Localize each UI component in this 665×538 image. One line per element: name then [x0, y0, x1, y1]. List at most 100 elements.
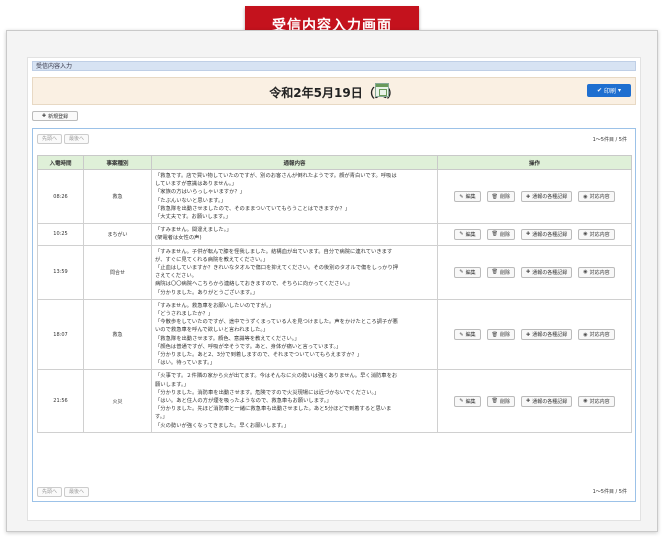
- pager-bottom: 先頭へ 最後へ: [37, 487, 90, 497]
- header-type: 事案種別: [83, 155, 152, 170]
- header-content: 通報内容: [151, 155, 438, 170]
- delete-button[interactable]: 🗑 削除: [486, 266, 515, 278]
- call-time: 08:26: [37, 168, 84, 225]
- call-content-line: 「すみません。間違えました。」: [155, 227, 232, 234]
- edit-button[interactable]: ✎ 編集: [454, 329, 481, 341]
- eye-icon: ◉: [583, 231, 588, 238]
- call-content-line: 「今散歩をしていたのですが、途中でうずくまっている人を見つけました。声をかけたと…: [155, 319, 398, 326]
- call-content-line: 「止血はしていますか？きれいなタオルで傷口を抑えてください。その後別のタオルで傷…: [155, 265, 399, 272]
- record-button[interactable]: ✚ 通報の各種記録: [520, 191, 573, 203]
- row-actions: ✎ 編集 🗑 削除 ✚ 通報の各種記録 ◉ 対応内容: [437, 244, 632, 300]
- table-row: 18:07 救急 「すみません。救急車をお願いしたいのですが。」 「どうされましたか？…: [37, 298, 632, 371]
- first-page-button[interactable]: 先頭へ: [37, 134, 63, 144]
- call-content-line: 願いします。」: [155, 381, 189, 388]
- delete-button[interactable]: 🗑 削除: [486, 395, 515, 407]
- call-content-line: さえてください。: [155, 273, 197, 280]
- pencil-icon: ✎: [459, 269, 464, 276]
- caret-down-icon: ▾: [618, 87, 622, 94]
- plus-icon: ✚: [41, 113, 47, 119]
- response-button[interactable]: ◉ 対応内容: [578, 266, 615, 278]
- last-page-button[interactable]: 最後へ: [64, 487, 90, 497]
- call-content: 「すみません。子供が転んで膝を怪我しました。結構血が出ています。自分で病院に連れ…: [151, 244, 438, 300]
- pager-top: 先頭へ 最後へ: [37, 134, 90, 144]
- edit-button-label: 編集: [465, 231, 476, 238]
- call-time: 10:25: [37, 223, 84, 246]
- call-content-line: 「救急です。店で買い物していたのですが、別のお客さんが倒れたようです。顔が青白い…: [155, 173, 397, 179]
- call-content-line: 「大丈夫です。お願いします。」: [155, 214, 231, 221]
- table-row: 10:25 まちがい 「すみません。間違えました。」 (架電者は女性の声) ✎ 編集 🗑 削除…: [37, 223, 632, 246]
- plus-icon: ✚: [525, 398, 531, 405]
- call-content-line: 病院は〇〇病院へこちらから連絡しておきますので、そちらに向かってください。」: [155, 281, 353, 288]
- call-content-line: 「救急隊を出動させます。顔色、意識等を教えてください。」: [155, 335, 300, 342]
- header-time: 入電時間: [37, 155, 84, 170]
- last-page-button[interactable]: 最後へ: [64, 134, 90, 144]
- call-content-line: (架電者は女性の声): [155, 235, 202, 242]
- response-button[interactable]: ◉ 対応内容: [578, 395, 615, 407]
- date-bar: 令和2年5月19日（火） ✔ 印刷 ▾: [32, 77, 636, 105]
- response-button[interactable]: ◉ 対応内容: [578, 191, 615, 203]
- call-content-line: 「火事です。２件隣の家から火が出てます。今はそんなに火の勢いは強くありません。早…: [155, 373, 398, 380]
- record-button[interactable]: ✚ 通報の各種記録: [520, 395, 573, 407]
- call-type: 救急: [83, 298, 152, 371]
- delete-button-label: 削除: [499, 194, 510, 201]
- response-button[interactable]: ◉ 対応内容: [578, 228, 615, 240]
- response-button[interactable]: ◉ 対応内容: [578, 329, 615, 341]
- call-content-line: 「はい。待っています。」: [155, 360, 216, 367]
- delete-button[interactable]: 🗑 削除: [486, 228, 515, 240]
- pencil-icon: ✎: [459, 231, 464, 238]
- edit-button[interactable]: ✎ 編集: [454, 266, 481, 278]
- call-content-line: 「分かりました。先ほど消防車と一緒に救急車も出動させました。あと5分ほどで到着す…: [155, 406, 392, 413]
- call-type: 問合せ: [83, 244, 152, 300]
- edit-button-label: 編集: [465, 269, 476, 276]
- call-content: 「火事です。２件隣の家から火が出てます。今はそんなに火の勢いは強くありません。早…: [151, 369, 438, 433]
- record-button[interactable]: ✚ 通報の各種記録: [520, 228, 573, 240]
- plus-icon: ✚: [525, 331, 531, 338]
- pencil-icon: ✎: [459, 331, 464, 338]
- edit-button-label: 編集: [465, 332, 476, 339]
- call-type: 救急: [83, 168, 152, 225]
- print-button[interactable]: ✔ 印刷 ▾: [587, 84, 631, 97]
- new-entry-button[interactable]: ✚ 新規登録: [32, 111, 78, 121]
- first-page-button[interactable]: 先頭へ: [37, 487, 63, 497]
- call-content-line: 「火の勢いが強くなってきました。早くお願いします。」: [155, 422, 290, 429]
- record-button[interactable]: ✚ 通報の各種記録: [520, 329, 573, 341]
- trash-icon: 🗑: [491, 269, 498, 276]
- calendar-icon[interactable]: [375, 83, 389, 97]
- response-button-label: 対応内容: [589, 269, 610, 276]
- row-actions: ✎ 編集 🗑 削除 ✚ 通報の各種記録 ◉ 対応内容: [437, 223, 632, 246]
- main-panel: 受信内容入力 令和2年5月19日（火） ✔ 印刷 ▾ ✚ 新規登録 先頭へ 最後…: [27, 57, 641, 521]
- edit-button[interactable]: ✎ 編集: [454, 228, 481, 240]
- table-row: 21:56 火災 「火事です。２件隣の家から火が出てます。今はそんなに火の勢いは強く…: [37, 369, 632, 433]
- call-content: 「すみません。間違えました。」 (架電者は女性の声): [151, 223, 438, 246]
- delete-button[interactable]: 🗑 削除: [486, 191, 515, 203]
- trash-icon: 🗑: [491, 231, 498, 238]
- response-button-label: 対応内容: [589, 194, 610, 201]
- plus-icon: ✚: [525, 269, 531, 276]
- check-icon: ✔: [596, 87, 602, 94]
- table-row: 08:26 救急 「救急です。店で買い物していたのですが、別のお客さんが倒れたようで…: [37, 168, 632, 225]
- record-button-label: 通報の各種記録: [532, 269, 568, 276]
- edit-button[interactable]: ✎ 編集: [454, 395, 481, 407]
- record-button[interactable]: ✚ 通報の各種記録: [520, 266, 573, 278]
- new-entry-label: 新規登録: [48, 113, 69, 120]
- breadcrumb: 受信内容入力: [32, 61, 636, 71]
- edit-button[interactable]: ✎ 編集: [454, 191, 481, 203]
- call-content-line: 「救急隊を出動させましたので、そのままついていてもらうことはできますか？」: [155, 205, 351, 212]
- call-content-line: 「分かりました。ありがとうございます。」: [155, 289, 258, 296]
- table-row: 13:59 問合せ 「すみません。子供が転んで膝を怪我しました。結構血が出ています。…: [37, 244, 632, 300]
- delete-button-label: 削除: [499, 231, 510, 238]
- call-type: まちがい: [83, 223, 152, 246]
- row-actions: ✎ 編集 🗑 削除 ✚ 通報の各種記録 ◉ 対応内容: [437, 168, 632, 225]
- eye-icon: ◉: [583, 398, 588, 405]
- print-button-label: 印刷: [604, 88, 617, 95]
- record-count: 1〜5件目 / 5件: [592, 489, 627, 495]
- pencil-icon: ✎: [459, 398, 464, 405]
- delete-button[interactable]: 🗑 削除: [486, 329, 515, 341]
- call-content-line: 「分かりました。消防車を出動させます。危険ですので火災現場には近づかないでくださ…: [155, 389, 380, 396]
- plus-icon: ✚: [525, 231, 531, 238]
- call-type: 火災: [83, 369, 152, 433]
- call-content-line: 「すみません。救急車をお願いしたいのですが。」: [155, 302, 274, 309]
- call-content-line: 「すみません。子供が転んで膝を怪我しました。結構血が出ています。自分で病院に連れ…: [155, 248, 393, 255]
- call-list-panel: 先頭へ 最後へ 1〜5件目 / 5件 入電時間 事案種別 通報内容 操作 08:…: [32, 128, 636, 502]
- response-button-label: 対応内容: [589, 398, 610, 405]
